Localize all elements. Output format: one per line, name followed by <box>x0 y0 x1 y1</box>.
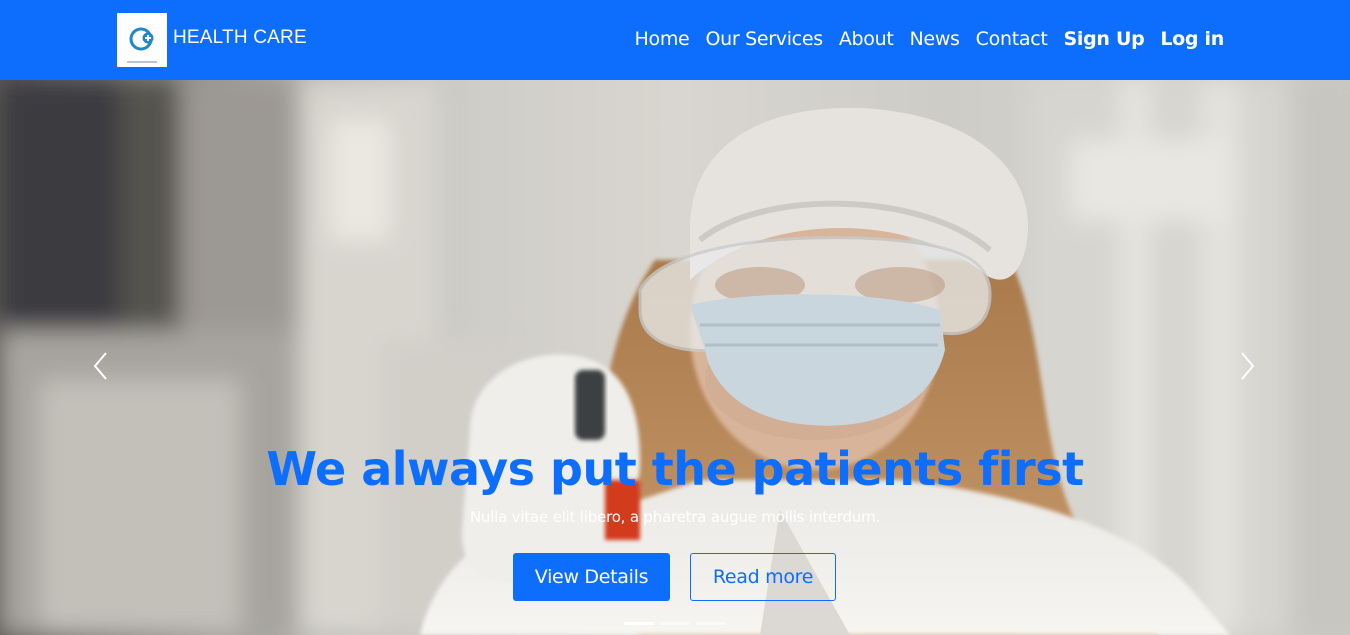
logo[interactable] <box>117 13 167 67</box>
nav-about[interactable]: About <box>839 28 894 50</box>
hero-title: We always put the patients first <box>266 442 1084 496</box>
nav-links: Home Our Services About News Contact Sig… <box>619 28 1225 50</box>
hero-carousel: We always put the patients first Nulla v… <box>0 80 1350 635</box>
nav-log-in[interactable]: Log in <box>1160 28 1224 50</box>
carousel-next-button[interactable] <box>1236 350 1260 382</box>
brand-name[interactable]: HEALTH CARE <box>173 27 307 49</box>
nav-contact[interactable]: Contact <box>976 28 1048 50</box>
carousel-indicators <box>624 622 732 625</box>
logo-caption <box>127 61 157 63</box>
hero-subtitle: Nulla vitae elit libero, a pharetra augu… <box>469 508 881 526</box>
view-details-button[interactable]: View Details <box>513 553 670 601</box>
chevron-left-icon <box>93 352 107 380</box>
hero-background-image <box>0 80 1350 635</box>
brand[interactable]: HEALTH CARE <box>117 13 307 67</box>
nav-home[interactable]: Home <box>635 28 690 50</box>
read-more-button[interactable]: Read more <box>690 553 836 601</box>
carousel-indicator-2[interactable] <box>660 622 690 625</box>
carousel-indicator-3[interactable] <box>696 622 726 625</box>
nav-sign-up[interactable]: Sign Up <box>1064 28 1145 50</box>
top-navbar: HEALTH CARE Home Our Services About News… <box>0 0 1350 80</box>
carousel-prev-button[interactable] <box>90 350 114 382</box>
nav-our-services[interactable]: Our Services <box>705 28 823 50</box>
nav-news[interactable]: News <box>910 28 960 50</box>
carousel-indicator-1[interactable] <box>624 622 654 625</box>
chevron-right-icon <box>1241 352 1255 380</box>
medical-cross-logo-icon <box>129 27 154 51</box>
